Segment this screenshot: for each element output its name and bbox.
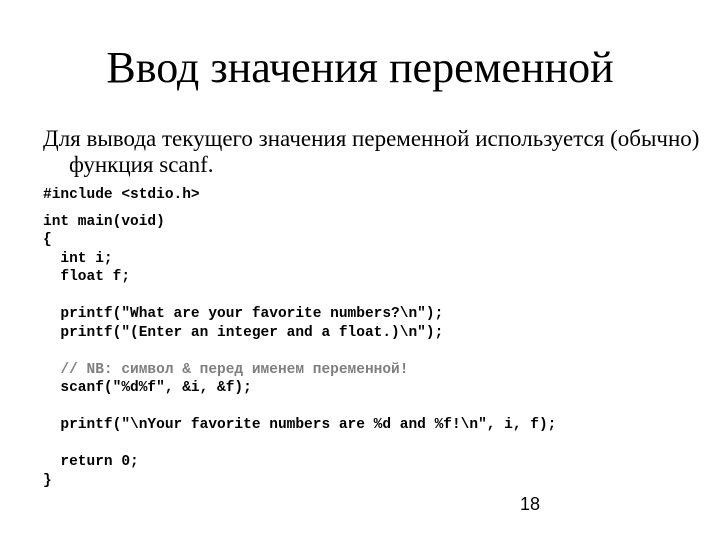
bullet-text: Для вывода текущего значения переменной … [43, 126, 700, 177]
code-line-float-decl: float f; [43, 269, 131, 285]
code-line-printf-1: printf("What are your favorite numbers?\… [43, 306, 444, 322]
code-line-close-brace: } [43, 472, 52, 489]
code-line-comment: // NB: символ & перед именем переменной! [43, 361, 409, 378]
code-line-main: int main(void) [43, 213, 165, 230]
code-line-printf-2: printf("(Enter an integer and a float.)\… [43, 324, 444, 341]
code-line-open-brace: { [43, 232, 52, 248]
code-line-include: #include <stdio.h> [43, 187, 200, 203]
code-line-return: return 0; [43, 454, 139, 470]
slide: Ввод значения переменной Для вывода теку… [0, 0, 720, 540]
slide-title: Ввод значения переменной [106, 43, 614, 92]
code-line-scanf: scanf("%d%f", &i, &f); [43, 380, 252, 396]
code-line-printf-3: printf("\nYour favorite numbers are %d a… [43, 417, 557, 433]
code-line-int-decl: int i; [43, 250, 113, 267]
code-block: #include <stdio.h> int main(void) { int i;… [43, 186, 556, 490]
page-number: 18 [520, 494, 541, 514]
